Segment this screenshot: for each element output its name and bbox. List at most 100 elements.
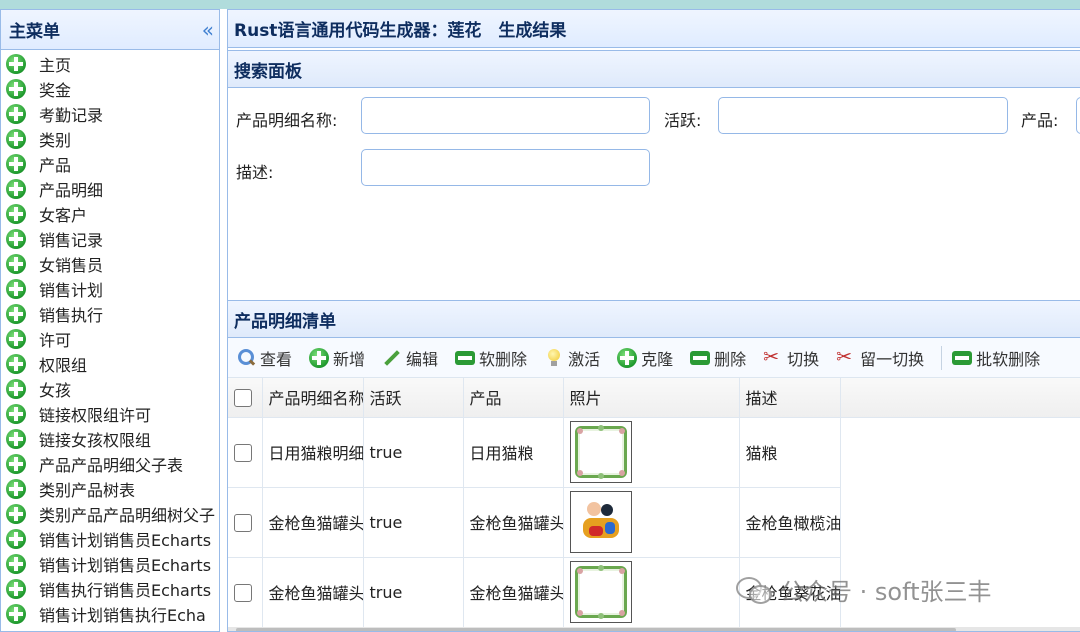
- menu-item-label: 销售计划销售员Echarts: [39, 555, 212, 575]
- menu-item-permission[interactable]: 许可: [1, 326, 219, 351]
- menu-item-product[interactable]: 产品: [1, 151, 219, 176]
- menu-item-label: 销售执行销售员Echarts: [39, 580, 212, 600]
- row-select-cell: [228, 417, 263, 488]
- plus-icon: [6, 278, 26, 299]
- active-input[interactable]: [718, 97, 1008, 134]
- row-checkbox[interactable]: [234, 583, 252, 602]
- menu-item-link-group-permission[interactable]: 链接权限组许可: [1, 401, 219, 426]
- column-header-name[interactable]: 产品明细名称: [262, 378, 364, 418]
- activate-button[interactable]: 激活: [544, 346, 600, 370]
- menu-item-girl[interactable]: 女孩: [1, 376, 219, 401]
- menu-item-execution-salesperson-echarts[interactable]: 销售执行销售员Echarts: [1, 576, 219, 601]
- menu-item-plan-salesperson-echarts-2[interactable]: 销售计划销售员Echarts: [1, 551, 219, 576]
- plus-icon: [6, 603, 26, 624]
- menu-item-label: 产品: [39, 155, 72, 175]
- grid-toolbar: 查看 新增 编辑 软删除 激活 克隆 删除 切换 留一切换 批软删除: [228, 338, 1080, 378]
- sidebar-title: 主菜单: [9, 22, 60, 42]
- menu-item-label: 销售记录: [39, 230, 104, 250]
- clone-button-label: 克隆: [641, 349, 674, 369]
- row-checkbox[interactable]: [234, 443, 252, 462]
- delete-button-label: 删除: [714, 349, 747, 369]
- toggle-button-label: 切换: [787, 349, 820, 369]
- edit-button[interactable]: 编辑: [382, 346, 438, 370]
- soft-delete-button-label: 软删除: [479, 349, 528, 369]
- plus-icon: [6, 528, 26, 549]
- select-all-cell: [228, 378, 263, 418]
- sidebar-header: 主菜单 «: [1, 10, 219, 50]
- plus-icon: [6, 453, 26, 474]
- cell-active: true: [363, 557, 464, 628]
- collapse-left-icon[interactable]: «: [202, 18, 214, 42]
- menu-item-bonus[interactable]: 奖金: [1, 76, 219, 101]
- column-header-photo[interactable]: 照片: [563, 378, 740, 418]
- menu-item-attendance[interactable]: 考勤记录: [1, 101, 219, 126]
- cell-product: 金枪鱼猫罐头: [463, 487, 564, 558]
- row-checkbox[interactable]: [234, 513, 252, 532]
- delete-button[interactable]: 删除: [690, 346, 746, 370]
- column-header-active[interactable]: 活跃: [363, 378, 464, 418]
- menu-item-category-product-detail-tree[interactable]: 类别产品产品明细树父子: [1, 501, 219, 526]
- menu-item-permission-group[interactable]: 权限组: [1, 351, 219, 376]
- menu-item-sales-execution[interactable]: 销售执行: [1, 301, 219, 326]
- menu-item-label: 女销售员: [39, 255, 104, 275]
- menu-item-female-salesperson[interactable]: 女销售员: [1, 251, 219, 276]
- menu-item-label: 类别: [39, 130, 72, 150]
- plus-icon: [6, 203, 26, 224]
- main-content: Rust语言通用代码生成器：莲花 生成结果 搜索面板 产品明细名称: 活跃: 产…: [227, 9, 1080, 632]
- menu-item-product-detail-parent-child[interactable]: 产品产品明细父子表: [1, 451, 219, 476]
- lightbulb-icon: [544, 348, 564, 368]
- menu-item-home[interactable]: 主页: [1, 51, 219, 76]
- plus-icon: [617, 347, 638, 368]
- wechat-icon: [736, 575, 772, 604]
- cell-photo: [563, 487, 740, 558]
- add-button[interactable]: 新增: [309, 346, 365, 370]
- menu-item-category[interactable]: 类别: [1, 126, 219, 151]
- menu-item-label: 产品产品明细父子表: [39, 455, 184, 475]
- menu-item-link-girl-group[interactable]: 链接女孩权限组: [1, 426, 219, 451]
- menu-item-sales-record[interactable]: 销售记录: [1, 226, 219, 251]
- menu-item-product-detail[interactable]: 产品明细: [1, 176, 219, 201]
- product-photo-thumbnail[interactable]: [569, 561, 632, 623]
- plus-icon: [6, 178, 26, 199]
- plus-icon: [6, 78, 26, 99]
- menu-item-plan-execution-echarts[interactable]: 销售计划销售执行Echa: [1, 601, 219, 626]
- batch-soft-delete-button[interactable]: 批软删除: [952, 346, 1040, 370]
- horizontal-scrollbar[interactable]: [228, 627, 1080, 631]
- plus-icon: [309, 347, 330, 368]
- table-row[interactable]: 日用猫粮明细 true 日用猫粮 猫粮: [228, 417, 841, 488]
- soft-delete-button[interactable]: 软删除: [455, 346, 527, 370]
- select-all-checkbox[interactable]: [234, 389, 252, 407]
- plus-icon: [6, 303, 26, 324]
- page-title: Rust语言通用代码生成器：莲花 生成结果: [228, 10, 1080, 48]
- cell-name: 金枪鱼猫罐头: [262, 557, 364, 628]
- plus-icon: [6, 428, 26, 449]
- product-photo-thumbnail[interactable]: [569, 491, 632, 553]
- table-row[interactable]: 金枪鱼猫罐头 true 金枪鱼猫罐头 金枪鱼橄榄油: [228, 487, 841, 558]
- activate-button-label: 激活: [568, 349, 601, 369]
- menu-item-category-product-tree[interactable]: 类别产品树表: [1, 476, 219, 501]
- table-header-row: 产品明细名称 活跃 产品 照片 描述: [228, 378, 841, 418]
- description-input[interactable]: [361, 149, 650, 186]
- menu-item-sales-plan[interactable]: 销售计划: [1, 276, 219, 301]
- menu-list: 主页 奖金 考勤记录 类别 产品 产品明细 女客户 销售记录 女销售员 销售计划…: [1, 50, 219, 626]
- menu-item-plan-salesperson-echarts-1[interactable]: 销售计划销售员Echarts: [1, 526, 219, 551]
- column-header-description[interactable]: 描述: [739, 378, 841, 418]
- menu-item-label: 链接女孩权限组: [39, 430, 152, 450]
- menu-item-female-customer[interactable]: 女客户: [1, 201, 219, 226]
- keep-one-toggle-button[interactable]: 留一切换: [836, 346, 924, 370]
- edit-button-label: 编辑: [406, 349, 439, 369]
- scissors-icon: [763, 346, 783, 368]
- clone-button[interactable]: 克隆: [617, 346, 673, 370]
- menu-item-label: 类别产品树表: [39, 480, 136, 500]
- product-input[interactable]: [1076, 97, 1080, 134]
- scrollbar-thumb[interactable]: [236, 628, 956, 631]
- detail-name-input[interactable]: [361, 97, 650, 134]
- view-button[interactable]: 查看: [236, 346, 292, 370]
- menu-item-label: 销售执行: [39, 305, 104, 325]
- plus-icon: [6, 153, 26, 174]
- minus-icon: [690, 350, 711, 365]
- product-photo-thumbnail[interactable]: [569, 421, 632, 483]
- toggle-button[interactable]: 切换: [763, 346, 819, 370]
- column-header-product[interactable]: 产品: [463, 378, 564, 418]
- window-top-strip: [0, 0, 1080, 9]
